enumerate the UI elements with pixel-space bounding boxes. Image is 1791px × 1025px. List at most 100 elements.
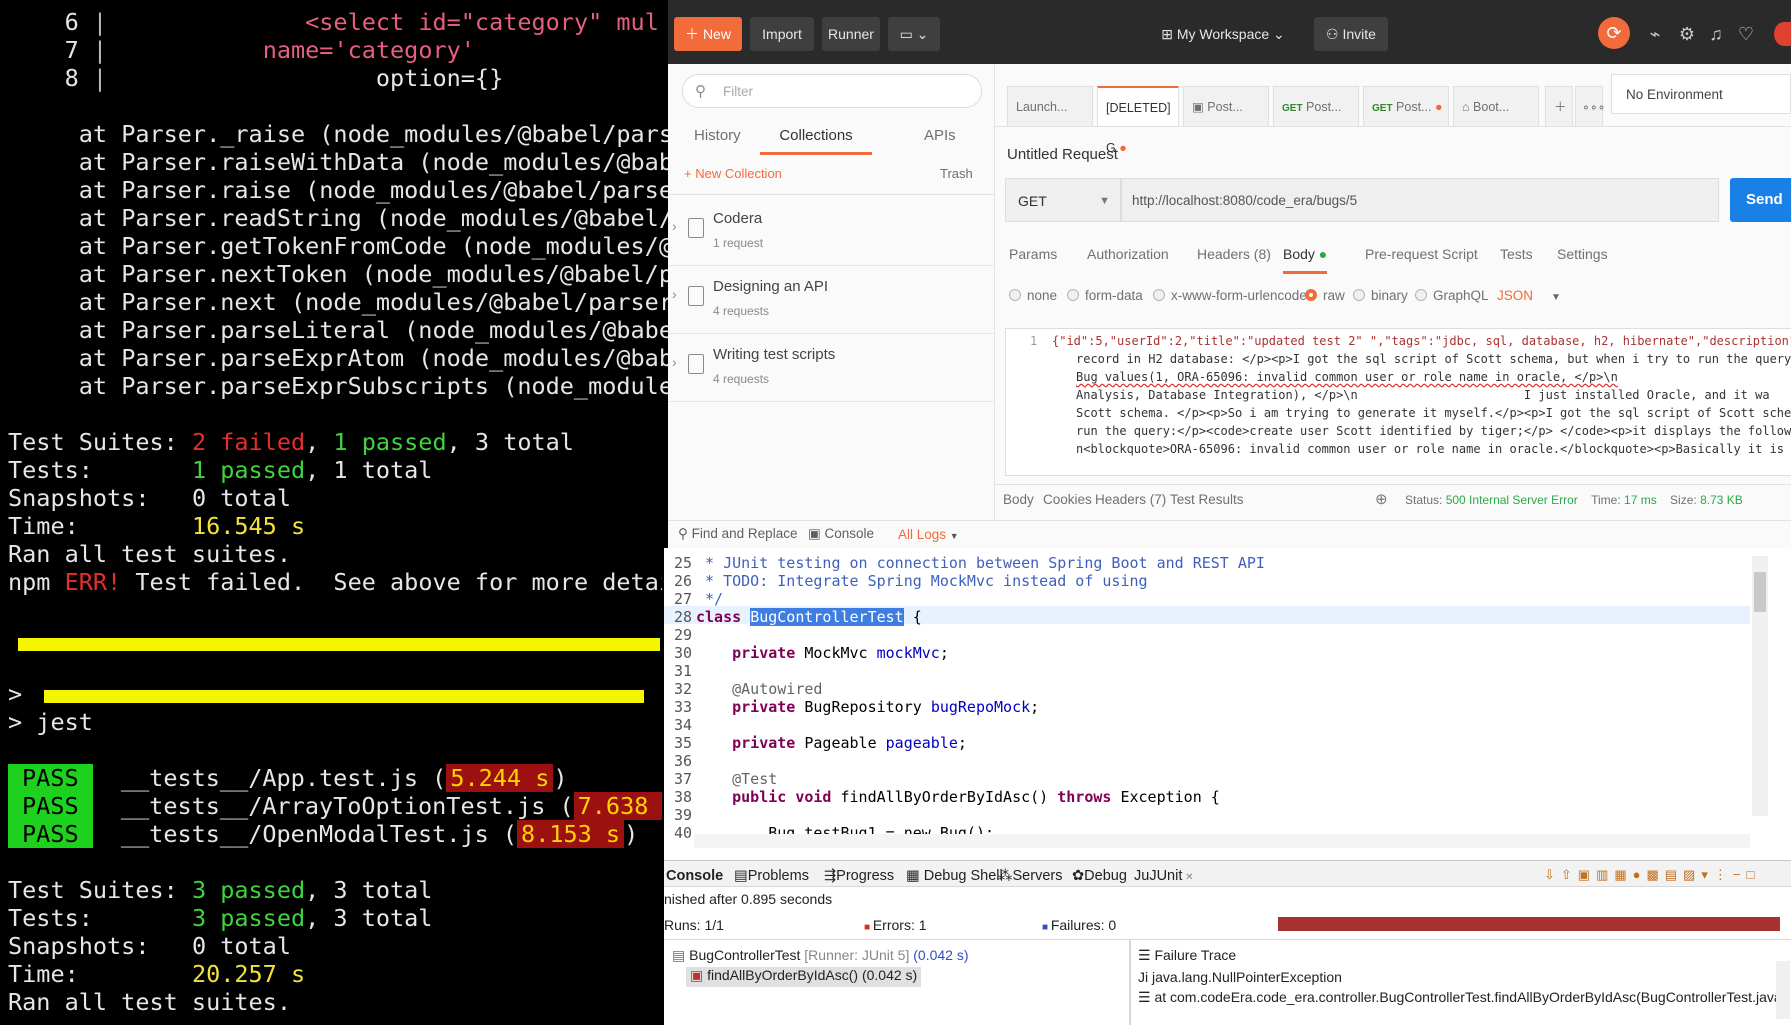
request-tab[interactable]: ⌂ Boot... xyxy=(1453,86,1539,126)
tab-body[interactable]: Body ● xyxy=(1283,246,1328,274)
trace-scrollbar[interactable] xyxy=(1776,961,1790,1019)
java-editor[interactable]: 25 * JUnit testing on connection between… xyxy=(664,548,1791,850)
response-tab-test-results[interactable]: Test Results xyxy=(1170,492,1244,507)
tab-params[interactable]: Params xyxy=(1009,246,1057,262)
request-panel: Launch... [DELETED] G ● ▣ Post... GET Po… xyxy=(995,64,1791,520)
caret-down-icon: ▼ xyxy=(949,531,959,541)
servers-icon: ⁂ xyxy=(998,868,1013,884)
stack-line: at Parser.getTokenFromCode (node_modules… xyxy=(78,232,668,260)
tab-problems[interactable]: ▤Problems xyxy=(734,868,809,884)
tab-console[interactable]: Console xyxy=(666,868,723,884)
radio-form-data[interactable]: form-data xyxy=(1067,288,1143,303)
response-tab-body[interactable]: Body xyxy=(1003,492,1034,507)
request-tab[interactable]: GET Post... xyxy=(1273,86,1359,126)
boot-icon: ⌂ xyxy=(1462,100,1474,114)
redaction-bar xyxy=(44,690,644,703)
pass-line: PASS __tests__/App.test.js (5.244 s) xyxy=(8,764,568,792)
tab-collections[interactable]: Collections xyxy=(760,127,872,155)
code-frame-line: 7 | name='category' xyxy=(64,36,475,64)
jest-command: > jest xyxy=(8,708,93,736)
code-line: private BugRepository bugRepoMock; xyxy=(696,698,1040,716)
toolbar-icons[interactable]: ⇩⇧▣▥▦●▩▤▨▾⋮−□ xyxy=(1544,867,1760,883)
terminal-icon: ▣ xyxy=(808,526,825,541)
request-tab[interactable]: Launch... xyxy=(1007,86,1093,126)
avatar[interactable] xyxy=(1774,22,1791,46)
radio-graphql[interactable]: GraphQL xyxy=(1415,288,1489,303)
tab-headers[interactable]: Headers (8) xyxy=(1197,246,1271,262)
new-button[interactable]: ＋ New xyxy=(674,17,742,51)
url-input[interactable]: http://localhost:8080/code_era/bugs/5 xyxy=(1121,178,1719,222)
request-tab[interactable]: [DELETED] G ● xyxy=(1097,86,1179,155)
add-tab-button[interactable]: ＋ xyxy=(1545,86,1573,126)
sidebar: ⚲ Filter History Collections APIs + New … xyxy=(668,64,995,520)
filter-input[interactable]: ⚲ Filter xyxy=(682,74,982,108)
bell-icon[interactable]: ♫ xyxy=(1704,22,1728,46)
workspace-selector[interactable]: ⊞ My Workspace ⌄ xyxy=(1148,17,1298,51)
send-button[interactable]: Send xyxy=(1730,178,1791,222)
errors-count: ■ Errors: 1 xyxy=(864,917,927,933)
request-title[interactable]: Untitled Request xyxy=(1007,146,1118,163)
tab-progress[interactable]: ⇶Progress xyxy=(824,868,894,884)
trace-line[interactable]: Ji java.lang.NullPointerException xyxy=(1138,969,1342,985)
import-button[interactable]: Import xyxy=(750,17,814,51)
runner-button[interactable]: Runner xyxy=(822,17,880,51)
environment-selector[interactable]: No Environment xyxy=(1611,74,1791,114)
tab-settings[interactable]: Settings xyxy=(1557,246,1608,262)
radio-none[interactable]: none xyxy=(1009,288,1057,303)
format-select[interactable]: JSON ▼ xyxy=(1497,288,1561,303)
collection-item[interactable]: › Writing test scripts 4 requests xyxy=(668,334,995,402)
find-replace-button[interactable]: ⚲ Find and Replace xyxy=(678,526,797,542)
console-button[interactable]: ▣ Console xyxy=(808,526,874,542)
debug-shell-icon: ▦ xyxy=(906,868,924,884)
collection-item[interactable]: › Codera 1 request xyxy=(668,198,995,266)
tab-junit[interactable]: JuJUnit ✕ xyxy=(1134,868,1194,884)
tab-apis[interactable]: APIs xyxy=(924,127,956,144)
request-tab[interactable]: GET Post... ● xyxy=(1363,86,1449,126)
tab-authorization[interactable]: Authorization xyxy=(1087,246,1169,262)
tab-history[interactable]: History xyxy=(694,127,741,144)
active-dot-icon: ● xyxy=(1314,246,1328,262)
sync-icon[interactable]: ⟳ xyxy=(1598,17,1630,49)
radio-raw[interactable]: raw xyxy=(1305,288,1345,303)
trace-line[interactable]: ☰ at com.codeEra.code_era.controller.Bug… xyxy=(1138,989,1778,1006)
unsaved-dot-icon: ● xyxy=(1431,100,1443,114)
horizontal-scrollbar[interactable] xyxy=(694,834,1750,848)
tab-debug[interactable]: ✿Debug xyxy=(1072,868,1127,884)
tab-tests[interactable]: Tests xyxy=(1500,246,1533,262)
problems-icon: ▤ xyxy=(734,868,748,884)
satellite-icon[interactable]: ⌁ xyxy=(1643,22,1667,46)
chevron-right-icon: › xyxy=(672,286,677,302)
radio-binary[interactable]: binary xyxy=(1353,288,1408,303)
postman-window[interactable]: ＋ New Import Runner ▭ ⌄ ⊞ My Workspace ⌄… xyxy=(668,0,1791,548)
terminal-window[interactable]: 6 | <select id="category" mul 7 | name='… xyxy=(0,0,668,1025)
tests-summary: Tests: 3 passed, 3 total xyxy=(8,904,433,932)
heart-icon[interactable]: ♡ xyxy=(1734,22,1758,46)
all-logs-select[interactable]: All Logs ▼ xyxy=(898,527,959,542)
radio-x-www-form-urlencoded[interactable]: x-www-form-urlencoded xyxy=(1153,288,1314,303)
trash-link[interactable]: Trash xyxy=(940,166,973,181)
invite-button[interactable]: ⚇ Invite xyxy=(1314,17,1388,51)
response-tab-cookies[interactable]: Cookies xyxy=(1043,492,1092,507)
response-tab-headers[interactable]: Headers (7) xyxy=(1095,492,1166,507)
new-window-button[interactable]: ▭ ⌄ xyxy=(888,17,940,51)
tab-debug-shell[interactable]: ▦ Debug Shell xyxy=(906,868,1003,884)
body-editor[interactable]: 1 {"id":5,"userId":2,"title":"updated te… xyxy=(1005,328,1791,476)
new-collection-link[interactable]: + New Collection xyxy=(684,166,782,181)
tab-pre-request-script[interactable]: Pre-request Script xyxy=(1365,246,1478,262)
stack-frame-icon: ☰ xyxy=(1138,989,1155,1005)
collection-item[interactable]: › Designing an API 4 requests xyxy=(668,266,995,334)
method-select[interactable]: GET ▼ xyxy=(1005,178,1121,222)
request-tab[interactable]: ▣ Post... xyxy=(1183,86,1269,126)
time-summary: Time: 20.257 s xyxy=(8,960,306,988)
tree-child[interactable]: ▣ findAllByOrderByIdAsc() (0.042 s) xyxy=(686,967,922,987)
tab-servers[interactable]: ⁂Servers xyxy=(998,868,1062,884)
response-status: Status: 500 Internal Server Error Time: … xyxy=(1405,493,1743,507)
vertical-scrollbar[interactable] xyxy=(1752,556,1768,816)
more-tabs-button[interactable]: ∘∘∘ xyxy=(1575,86,1605,126)
progress-icon: ⇶ xyxy=(824,868,837,884)
eclipse-window[interactable]: 25 * JUnit testing on connection between… xyxy=(662,548,1791,1025)
tree-root[interactable]: ▤ BugControllerTest [Runner: JUnit 5] (0… xyxy=(672,947,969,964)
gear-icon[interactable]: ⚙ xyxy=(1675,22,1699,46)
failures-count: ■ Failures: 0 xyxy=(1042,917,1117,933)
pass-line: PASS __tests__/OpenModalTest.js (8.153 s… xyxy=(8,820,638,848)
